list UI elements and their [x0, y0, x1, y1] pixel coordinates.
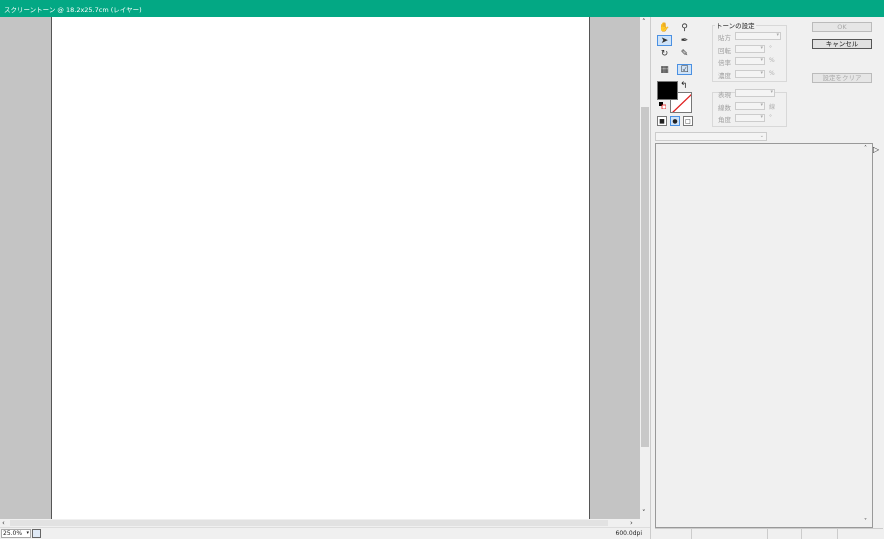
- square-outline-icon: □: [685, 117, 691, 125]
- spinner-icon[interactable]: ▾: [760, 114, 763, 120]
- ok-button[interactable]: OK: [812, 22, 872, 32]
- swap-colors-icon[interactable]: ↰: [680, 81, 688, 91]
- lines-input[interactable]: ▾: [735, 102, 765, 110]
- lines-unit: 線: [769, 104, 776, 111]
- mode-white-button[interactable]: □: [683, 116, 693, 126]
- lines-label: 線数: [718, 104, 731, 112]
- zoom-select[interactable]: 25.0% ▾: [1, 529, 31, 538]
- paste-select[interactable]: ▾: [735, 32, 781, 40]
- select-tool[interactable]: ➤: [657, 35, 672, 46]
- zoom-value: 25.0%: [3, 530, 23, 537]
- scroll-up-icon[interactable]: ˄: [864, 145, 867, 153]
- scroll-down-icon[interactable]: ˅: [642, 509, 646, 517]
- vertical-scrollbar[interactable]: ˄ ˅: [640, 17, 650, 519]
- navigator-icon[interactable]: [32, 529, 41, 538]
- rotation-label: 回転: [718, 47, 731, 55]
- panel-footer: [655, 528, 883, 539]
- scroll-down-icon[interactable]: ˅: [864, 518, 867, 526]
- chevron-down-icon: ▾: [770, 89, 773, 95]
- tone-settings-title: トーンの設定: [715, 20, 756, 30]
- eraser-tool[interactable]: ✎: [677, 48, 692, 59]
- scale-unit: %: [769, 57, 775, 64]
- pen-icon: ✒: [680, 35, 689, 46]
- spinner-icon[interactable]: ▾: [760, 70, 763, 76]
- expression-select[interactable]: ▾: [735, 89, 775, 97]
- chevron-down-icon: ⌄: [759, 133, 764, 139]
- angle-label: 角度: [718, 116, 731, 124]
- angle-input[interactable]: ▾: [735, 114, 765, 122]
- clear-settings-button[interactable]: 設定をクリア: [812, 73, 872, 83]
- tone-a-icon: ▦: [660, 64, 669, 75]
- arrow-icon: ➤: [660, 35, 669, 46]
- lasso-tool[interactable]: ↻: [657, 48, 672, 59]
- cancel-button[interactable]: キャンセル: [812, 39, 872, 49]
- zoom-tool[interactable]: ⚲: [677, 22, 692, 33]
- magnifier-icon: ⚲: [681, 22, 688, 33]
- tone-category-select[interactable]: ⌄: [655, 132, 767, 141]
- chevron-down-icon: ▾: [776, 32, 779, 38]
- spinner-icon[interactable]: ▾: [760, 45, 763, 51]
- tone-panel: ✋ ⚲ ➤ ✒ ↻ ✎ ▦ ☑ ↰ ■ ● □ トーンの設定 貼方 ▾ 回転 ▾…: [650, 17, 884, 539]
- vertical-scroll-thumb[interactable]: [641, 107, 649, 447]
- resolution-readout: 600.0dpi: [615, 530, 642, 537]
- expand-panel-icon[interactable]: ▷: [873, 145, 879, 154]
- angle-unit: °: [769, 114, 772, 121]
- density-unit: %: [769, 70, 775, 77]
- tone-tool-a[interactable]: ▦: [657, 64, 672, 75]
- hand-icon: ✋: [658, 22, 671, 33]
- hand-tool[interactable]: ✋: [657, 22, 672, 33]
- status-bar: 25.0% ▾ 600.0dpi: [0, 527, 650, 539]
- density-label: 濃度: [718, 72, 731, 80]
- foreground-color-swatch[interactable]: [657, 81, 678, 100]
- expression-label: 表現: [718, 91, 731, 99]
- rotation-unit: °: [769, 45, 772, 52]
- title-bar: スクリーントーン @ 18.2x25.7cm (レイヤー): [0, 0, 884, 17]
- pen-tool[interactable]: ✒: [677, 35, 692, 46]
- mode-circle-button[interactable]: ●: [670, 116, 680, 126]
- density-input[interactable]: ▾: [735, 70, 765, 78]
- paper-canvas[interactable]: [51, 17, 590, 519]
- canvas-area[interactable]: [0, 17, 640, 519]
- paste-label: 貼方: [718, 34, 731, 42]
- lasso-icon: ↻: [660, 48, 669, 59]
- scale-label: 倍率: [718, 59, 731, 67]
- horizontal-scrollbar[interactable]: ‹ ›: [0, 519, 640, 527]
- scroll-up-icon[interactable]: ˄: [642, 18, 646, 26]
- square-dot-icon: ■: [659, 117, 665, 125]
- tone-b-icon: ☑: [680, 64, 689, 75]
- scroll-left-icon[interactable]: ‹: [2, 519, 5, 527]
- tone-tool-b[interactable]: ☑: [677, 64, 692, 75]
- mode-black-button[interactable]: ■: [657, 116, 667, 126]
- window-title: スクリーントーン @ 18.2x25.7cm (レイヤー): [4, 6, 142, 14]
- eraser-icon: ✎: [680, 48, 689, 59]
- spinner-icon[interactable]: ▾: [760, 102, 763, 108]
- tone-list-scrollbar[interactable]: ˄ ˅: [863, 144, 871, 527]
- horizontal-scroll-thumb[interactable]: [10, 520, 608, 526]
- rotation-input[interactable]: ▾: [735, 45, 765, 53]
- chevron-down-icon: ▾: [26, 530, 29, 536]
- scroll-right-icon[interactable]: ›: [630, 519, 633, 527]
- tone-list[interactable]: ˄ ˅: [655, 143, 873, 528]
- reset-colors-icon[interactable]: [659, 102, 666, 109]
- circle-dot-icon: ●: [672, 117, 678, 125]
- scale-input[interactable]: ▾: [735, 57, 765, 65]
- spinner-icon[interactable]: ▾: [760, 57, 763, 63]
